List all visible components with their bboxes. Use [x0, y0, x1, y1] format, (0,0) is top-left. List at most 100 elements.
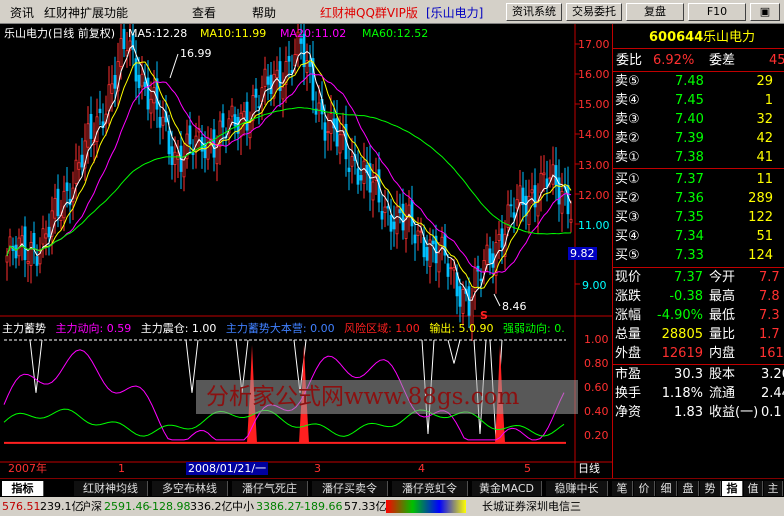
candle-body	[140, 73, 144, 87]
ind-tick: 1.00	[584, 333, 609, 346]
high-pointer	[169, 53, 179, 79]
ma60-label: MA60:12.52	[362, 27, 429, 40]
candle-body	[23, 226, 27, 261]
candle-body	[488, 248, 492, 264]
stat-value: 7.8	[759, 289, 780, 304]
candle-body	[479, 278, 483, 282]
stock-code: 600644	[649, 30, 704, 45]
candle-body	[539, 172, 543, 194]
status-index-value: 576.51	[2, 500, 41, 513]
buy-level-price: 7.36	[675, 191, 704, 206]
candle-body	[5, 255, 9, 263]
tab-indicator[interactable]: 指标	[2, 481, 44, 496]
stat-value: 7.3	[759, 308, 780, 323]
buy-level-price: 7.33	[675, 248, 704, 263]
menu-help[interactable]: 帮助	[252, 4, 276, 21]
tab-hongcaishen-ma[interactable]: 红财神均线	[74, 481, 148, 496]
menu-view[interactable]: 查看	[192, 4, 216, 21]
candle-body	[449, 267, 453, 270]
buy-level-label: 买③	[615, 210, 640, 225]
candle-body	[398, 209, 402, 214]
weicha-label: 委差	[709, 53, 736, 68]
candle-body	[89, 113, 93, 139]
stat-value: 28805	[661, 327, 703, 342]
ma10-label: MA10:11.99	[200, 27, 267, 40]
candle-body	[275, 69, 279, 78]
replay-button[interactable]: 复盘	[626, 3, 684, 21]
divider	[613, 364, 784, 365]
buy-level-volume: 122	[748, 210, 773, 225]
candle-body	[467, 286, 471, 316]
candle-body	[77, 162, 81, 170]
status-color-bar	[386, 500, 466, 513]
ind-legend-strength: 强弱动向: 0.	[503, 322, 565, 335]
candle-body	[404, 217, 408, 239]
candle-body	[107, 84, 111, 112]
tab-price[interactable]: 价	[634, 481, 655, 496]
tab-tick[interactable]: 笔	[612, 481, 633, 496]
candle-body	[482, 260, 486, 273]
tab-trend[interactable]: 势	[700, 481, 721, 496]
current-price-tag: 9.82	[568, 247, 597, 260]
candle-body	[326, 131, 330, 133]
webi-label: 委比	[616, 53, 643, 68]
buy-level-label: 买②	[615, 191, 640, 206]
tab-main[interactable]: 主	[764, 481, 783, 496]
candle-body	[536, 200, 540, 217]
candle-body	[146, 77, 150, 110]
stat-label: 内盘	[709, 346, 736, 361]
tab-jinghongling[interactable]: 潘仔竞虹令	[392, 481, 468, 496]
tab-boll[interactable]: 多空布林线	[152, 481, 228, 496]
tab-wenzhuan[interactable]: 稳赚中长	[546, 481, 608, 496]
sell-level-volume: 41	[756, 150, 773, 165]
buy-level-volume: 289	[748, 191, 773, 206]
menu-extension[interactable]: 红财神扩展功能	[44, 4, 128, 21]
stat-label: 量比	[709, 327, 736, 342]
candle-body	[143, 81, 147, 88]
f10-button[interactable]: F10	[688, 3, 746, 21]
candle-body	[515, 199, 519, 209]
date-tick: 1	[118, 462, 125, 475]
divider	[613, 48, 784, 49]
tab-value[interactable]: 值	[744, 481, 763, 496]
candle-body	[554, 165, 558, 186]
tab-detail[interactable]: 细	[656, 481, 677, 496]
tab-board[interactable]: 盘	[678, 481, 699, 496]
chart-area[interactable]: 乐山电力(日线 前复权) MA5:12.28 MA10:11.99 MA20:1…	[0, 24, 612, 478]
status-zx-amount: 57.33亿	[344, 500, 387, 513]
candle-body	[560, 191, 564, 214]
stat-label: 涨幅	[615, 308, 642, 323]
tab-qisizhuang[interactable]: 潘仔气死庄	[232, 481, 308, 496]
candle-body	[416, 230, 420, 236]
candle-body	[248, 121, 252, 139]
stat-value: 1618	[759, 346, 784, 361]
buy-level-label: 买⑤	[615, 248, 640, 263]
trade-button[interactable]: 交易委托	[566, 3, 622, 21]
ind-legend-risk: 风险区域: 1.00	[344, 322, 420, 335]
tab-maimailing[interactable]: 潘仔买卖令	[312, 481, 388, 496]
candle-body	[356, 168, 360, 185]
candle-body	[47, 226, 51, 238]
candle-body	[317, 102, 321, 111]
candle-body	[137, 74, 141, 89]
menu-news[interactable]: 资讯	[10, 4, 34, 21]
sell-level-label: 卖②	[615, 131, 640, 146]
weicha-value: 45	[769, 53, 784, 68]
window-menu-button[interactable]: ▣	[750, 3, 780, 21]
news-system-button[interactable]: 资讯系统	[506, 3, 562, 21]
status-sh-label: 沪深	[80, 500, 102, 513]
candle-body	[512, 212, 516, 218]
fin-value: 0.1	[761, 405, 782, 420]
candle-body	[254, 88, 258, 98]
sell-level-price: 7.39	[675, 131, 704, 146]
period-label[interactable]: 日线	[578, 462, 600, 475]
candle-body	[65, 182, 69, 192]
sell-level-label: 卖④	[615, 93, 640, 108]
sell-level-volume: 32	[756, 112, 773, 127]
sell-level-price: 7.40	[675, 112, 704, 127]
fin-value: 1.83	[674, 405, 703, 420]
candle-body	[215, 145, 219, 165]
tab-gold-macd[interactable]: 黄金MACD	[472, 481, 542, 496]
candle-body	[263, 68, 267, 87]
tab-index[interactable]: 指	[722, 481, 743, 496]
